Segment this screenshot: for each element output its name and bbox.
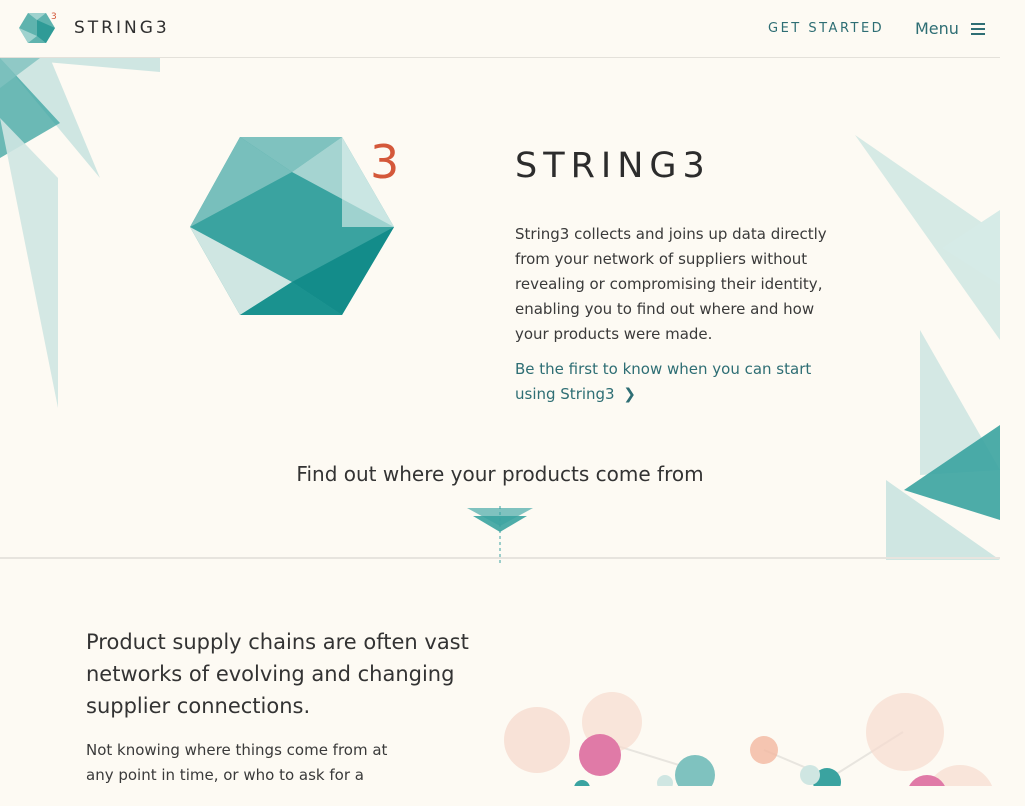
hero-hexagon-logo: 3 — [190, 135, 399, 315]
hamburger-menu-icon — [970, 22, 985, 35]
decor-triangles-right — [855, 135, 1000, 560]
menu-label: Menu — [915, 19, 959, 38]
notify-cta-link[interactable]: Be the first to know when you can start … — [515, 357, 835, 407]
svg-text:3: 3 — [51, 12, 57, 22]
menu-button[interactable]: Menu — [915, 19, 985, 38]
supplier-network-illustration — [504, 692, 993, 786]
brand-logo[interactable]: 3 STRING3 — [18, 10, 170, 46]
hero-title: STRING3 — [515, 146, 711, 186]
site-header: 3 STRING3 GET STARTED Menu — [0, 0, 1000, 58]
section-body: Not knowing where things come from at an… — [86, 741, 388, 784]
get-started-link[interactable]: GET STARTED — [768, 21, 884, 36]
decor-triangles-left — [0, 58, 160, 408]
brand-name: STRING3 — [74, 18, 170, 38]
notify-cta-label: Be the first to know when you can start … — [515, 360, 812, 403]
hexagon-logo-icon: 3 — [19, 12, 57, 43]
svg-text:3: 3 — [370, 135, 399, 189]
section-divider — [0, 557, 1000, 559]
chevron-right-icon: ❯ — [623, 385, 636, 403]
tagline: Find out where your products come from — [296, 462, 704, 486]
hero-description: String3 collects and joins up data direc… — [515, 225, 827, 343]
section-lead: Product supply chains are often vast net… — [86, 630, 469, 718]
